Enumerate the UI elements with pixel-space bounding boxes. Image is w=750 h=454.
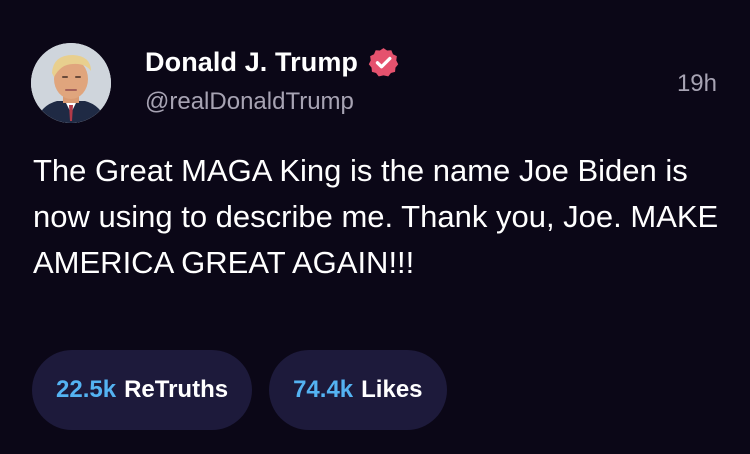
avatar-photo-icon — [31, 43, 111, 123]
retruths-button[interactable]: 22.5k ReTruths — [32, 350, 253, 430]
post-timestamp[interactable]: 19h — [677, 70, 717, 98]
likes-label: Likes — [361, 376, 423, 403]
retruths-count: 22.5k — [56, 376, 117, 403]
verified-badge-icon — [367, 46, 400, 79]
likes-button[interactable]: 74.4k Likes — [269, 350, 447, 430]
likes-count: 74.4k — [293, 376, 354, 403]
author-display-name[interactable]: Donald J. Trump — [145, 47, 358, 78]
author-avatar[interactable] — [31, 43, 111, 123]
post-stats: 22.5k ReTruths 74.4k Likes — [32, 350, 447, 430]
author-name-row: Donald J. Trump — [145, 44, 400, 80]
post-body-text: The Great MAGA King is the name Joe Bide… — [33, 153, 719, 280]
retruths-label: ReTruths — [124, 376, 229, 403]
author-handle[interactable]: @realDonaldTrump — [145, 88, 354, 116]
truth-post: Donald J. Trump @realDonaldTrump 19h The… — [0, 0, 750, 454]
